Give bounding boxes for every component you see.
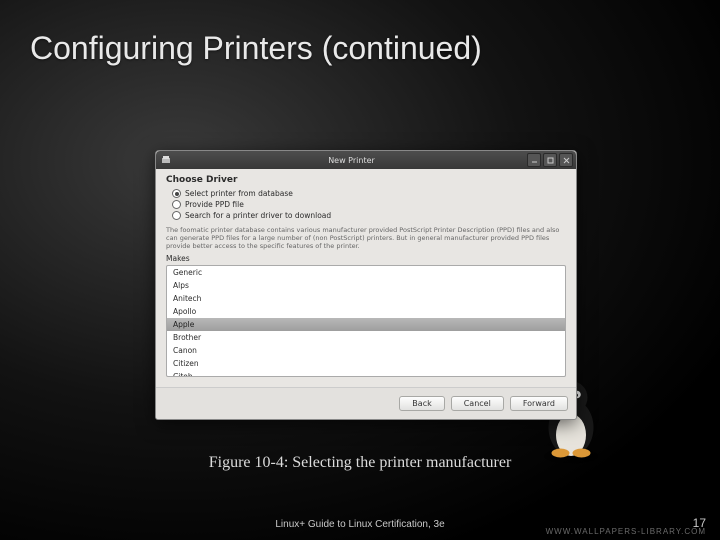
radio-label: Search for a printer driver to download bbox=[185, 211, 331, 220]
list-item[interactable]: Alps bbox=[167, 279, 565, 292]
cancel-button[interactable]: Cancel bbox=[451, 396, 504, 411]
maximize-button[interactable] bbox=[543, 153, 557, 167]
list-item[interactable]: Canon bbox=[167, 344, 565, 357]
radio-search-driver[interactable]: Search for a printer driver to download bbox=[172, 211, 566, 220]
figure-caption: Figure 10-4: Selecting the printer manuf… bbox=[0, 454, 720, 472]
makes-listbox[interactable]: GenericAlpsAnitechApolloAppleBrotherCano… bbox=[166, 265, 566, 377]
window-buttons bbox=[527, 153, 573, 167]
slide-title: Configuring Printers (continued) bbox=[30, 30, 482, 67]
radio-select-from-database[interactable]: Select printer from database bbox=[172, 189, 566, 198]
makes-label: Makes bbox=[166, 254, 566, 263]
radio-icon bbox=[172, 211, 181, 220]
radio-provide-ppd[interactable]: Provide PPD file bbox=[172, 200, 566, 209]
window-app-icon bbox=[160, 154, 172, 166]
forward-button[interactable]: Forward bbox=[510, 396, 568, 411]
window-title-text: New Printer bbox=[176, 156, 527, 165]
dialog-content: Choose Driver Select printer from databa… bbox=[156, 169, 576, 387]
radio-label: Select printer from database bbox=[185, 189, 293, 198]
new-printer-dialog: New Printer Choose Driver Select printer… bbox=[155, 150, 577, 420]
list-item[interactable]: Citoh bbox=[167, 370, 565, 377]
close-button[interactable] bbox=[559, 153, 573, 167]
list-item[interactable]: Citizen bbox=[167, 357, 565, 370]
watermark-text: WWW.WALLPAPERS-LIBRARY.COM bbox=[546, 527, 706, 536]
back-button[interactable]: Back bbox=[399, 396, 444, 411]
list-item[interactable]: Generic bbox=[167, 266, 565, 279]
radio-label: Provide PPD file bbox=[185, 200, 244, 209]
driver-description-text: The foomatic printer database contains v… bbox=[166, 226, 566, 250]
dialog-button-row: Back Cancel Forward bbox=[156, 387, 576, 419]
minimize-button[interactable] bbox=[527, 153, 541, 167]
radio-icon bbox=[172, 200, 181, 209]
list-item[interactable]: Brother bbox=[167, 331, 565, 344]
radio-icon bbox=[172, 189, 181, 198]
list-item[interactable]: Apollo bbox=[167, 305, 565, 318]
list-item[interactable]: Apple bbox=[167, 318, 565, 331]
choose-driver-heading: Choose Driver bbox=[166, 175, 566, 185]
window-titlebar[interactable]: New Printer bbox=[156, 151, 576, 169]
list-item[interactable]: Anitech bbox=[167, 292, 565, 305]
